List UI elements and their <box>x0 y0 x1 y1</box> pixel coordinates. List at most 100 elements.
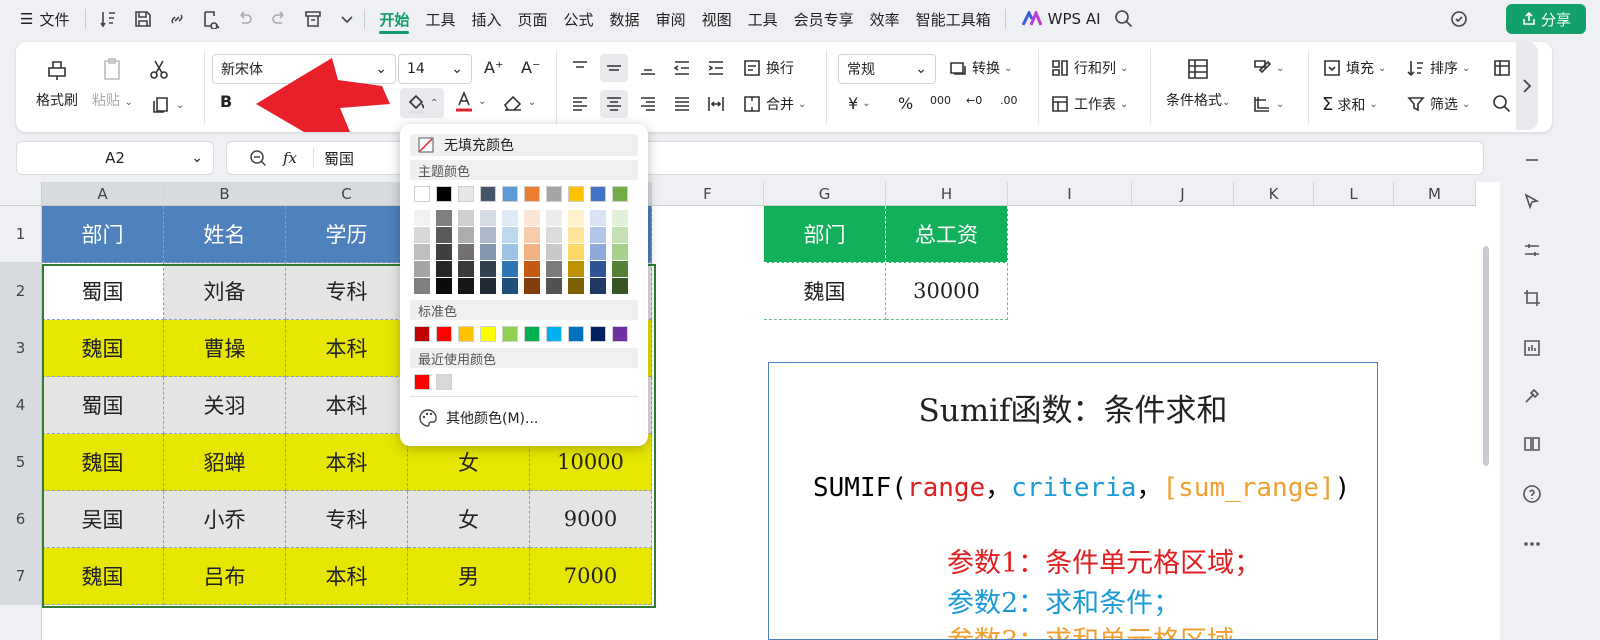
color-swatch[interactable] <box>546 210 562 226</box>
standard-color-swatch[interactable] <box>458 326 474 342</box>
color-swatch[interactable] <box>568 186 584 202</box>
color-swatch[interactable] <box>590 244 606 260</box>
color-swatch[interactable] <box>568 261 584 277</box>
file-menu[interactable]: ☰ 文件 <box>0 9 79 30</box>
tab-insert[interactable]: 插入 <box>464 0 510 38</box>
column-header-a[interactable]: A <box>42 182 164 206</box>
table-cell[interactable]: 蜀国 <box>42 263 164 320</box>
percent-button[interactable]: % <box>898 94 913 113</box>
row-header-2[interactable]: 2 <box>0 263 42 320</box>
color-swatch[interactable] <box>480 186 496 202</box>
merge-button[interactable]: 合并 ⌄ <box>742 94 806 114</box>
clear-format-button[interactable]: ⌄ <box>502 92 536 112</box>
color-swatch[interactable] <box>546 278 562 294</box>
color-swatch[interactable] <box>524 227 540 243</box>
column-header-l[interactable]: L <box>1314 182 1394 206</box>
color-swatch[interactable] <box>458 186 474 202</box>
color-swatch[interactable] <box>436 186 452 202</box>
wps-ai-button[interactable]: WPS AI <box>1021 10 1101 28</box>
color-swatch[interactable] <box>502 227 518 243</box>
cell-style-button[interactable]: ⌄ <box>1252 58 1284 78</box>
column-header-b[interactable]: B <box>164 182 286 206</box>
table-cell[interactable]: 本科 <box>286 320 408 377</box>
tab-tools-2[interactable]: 工具 <box>740 0 786 38</box>
book-icon[interactable] <box>1520 432 1544 456</box>
indent-increase-button[interactable] <box>706 58 726 78</box>
color-swatch[interactable] <box>436 244 452 260</box>
border-button[interactable]: ⌄ <box>1252 94 1284 114</box>
color-swatch[interactable] <box>524 186 540 202</box>
paste-button[interactable]: 粘贴 ⌄ <box>92 56 133 110</box>
scrollbar-thumb[interactable] <box>1483 246 1489 466</box>
find-button[interactable] <box>1492 94 1512 114</box>
color-swatch[interactable] <box>414 227 430 243</box>
color-swatch[interactable] <box>612 227 628 243</box>
chevron-down-icon[interactable] <box>336 8 358 30</box>
conditional-format-button[interactable]: 条件格式⌄ <box>1166 56 1230 110</box>
table-cell[interactable]: 专科 <box>286 491 408 548</box>
cloud-sync-icon[interactable] <box>1448 8 1470 30</box>
standard-color-swatch[interactable] <box>612 326 628 342</box>
color-swatch[interactable] <box>436 261 452 277</box>
color-swatch[interactable] <box>480 261 496 277</box>
color-swatch[interactable] <box>436 210 452 226</box>
standard-color-swatch[interactable] <box>414 326 430 342</box>
table-cell[interactable]: 魏国 <box>42 434 164 491</box>
format-painter-button[interactable]: 格式刷 <box>36 56 78 110</box>
font-size-select[interactable]: 14 ⌄ <box>398 54 472 84</box>
tab-review[interactable]: 审阅 <box>648 0 694 38</box>
align-bottom-button[interactable] <box>638 58 658 78</box>
rows-cols-button[interactable]: 行和列 ⌄ <box>1050 58 1128 78</box>
align-middle-button[interactable] <box>600 54 628 82</box>
column-header-j[interactable]: J <box>1132 182 1234 206</box>
color-swatch[interactable] <box>612 186 628 202</box>
color-swatch[interactable] <box>502 244 518 260</box>
table-cell[interactable]: 刘备 <box>164 263 286 320</box>
collapse-icon[interactable] <box>1520 148 1544 172</box>
column-header-m[interactable]: M <box>1394 182 1476 206</box>
font-grow-button[interactable]: A⁺ <box>484 58 503 77</box>
tab-formula[interactable]: 公式 <box>556 0 602 38</box>
more-icon[interactable] <box>1520 532 1544 556</box>
color-swatch[interactable] <box>502 186 518 202</box>
fill-button[interactable]: 填充 ⌄ <box>1322 58 1386 78</box>
sumif-explanation-textbox[interactable]: Sumif函数：条件求和 SUMIF(range，criteria，[sum_r… <box>768 362 1378 640</box>
name-box[interactable]: A2 ⌄ <box>16 141 214 175</box>
color-swatch[interactable] <box>590 210 606 226</box>
column-header-c[interactable]: C <box>286 182 408 206</box>
standard-color-swatch[interactable] <box>502 326 518 342</box>
color-swatch[interactable] <box>612 210 628 226</box>
color-swatch[interactable] <box>458 244 474 260</box>
tab-tools[interactable]: 工具 <box>417 0 463 38</box>
table-cell[interactable]: 本科 <box>286 548 408 605</box>
font-shrink-button[interactable]: A⁻ <box>521 58 540 77</box>
standard-color-swatch[interactable] <box>590 326 606 342</box>
sort-az-icon[interactable] <box>98 8 120 30</box>
color-swatch[interactable] <box>524 278 540 294</box>
no-fill-option[interactable]: 无填充颜色 <box>410 134 638 156</box>
tools-icon[interactable] <box>1520 384 1544 408</box>
color-swatch[interactable] <box>546 227 562 243</box>
sort-button[interactable]: 排序 ⌄ <box>1406 58 1470 78</box>
color-swatch[interactable] <box>524 244 540 260</box>
summary-header-cell[interactable]: 部门 <box>764 206 886 263</box>
table-cell[interactable]: 本科 <box>286 377 408 434</box>
color-swatch[interactable] <box>458 278 474 294</box>
color-swatch[interactable] <box>458 227 474 243</box>
color-swatch[interactable] <box>414 261 430 277</box>
number-format-select[interactable]: 常规 ⌄ <box>838 54 936 84</box>
vertical-scrollbar[interactable] <box>1480 212 1492 612</box>
color-swatch[interactable] <box>568 210 584 226</box>
convert-button[interactable]: 转换 ⌄ <box>948 58 1012 78</box>
table-cell[interactable]: 专科 <box>286 263 408 320</box>
crop-icon[interactable] <box>1520 286 1544 310</box>
color-swatch[interactable] <box>414 244 430 260</box>
currency-button[interactable]: ¥ ⌄ <box>848 94 871 113</box>
select-all-corner[interactable] <box>0 182 42 206</box>
decimal-decrease-button[interactable]: .00 <box>1000 94 1018 107</box>
summary-value-cell[interactable]: 30000 <box>886 263 1008 320</box>
sum-button[interactable]: Σ 求和 ⌄ <box>1322 94 1378 115</box>
color-swatch[interactable] <box>414 210 430 226</box>
table-cell[interactable]: 曹操 <box>164 320 286 377</box>
help-icon[interactable] <box>1520 482 1544 506</box>
